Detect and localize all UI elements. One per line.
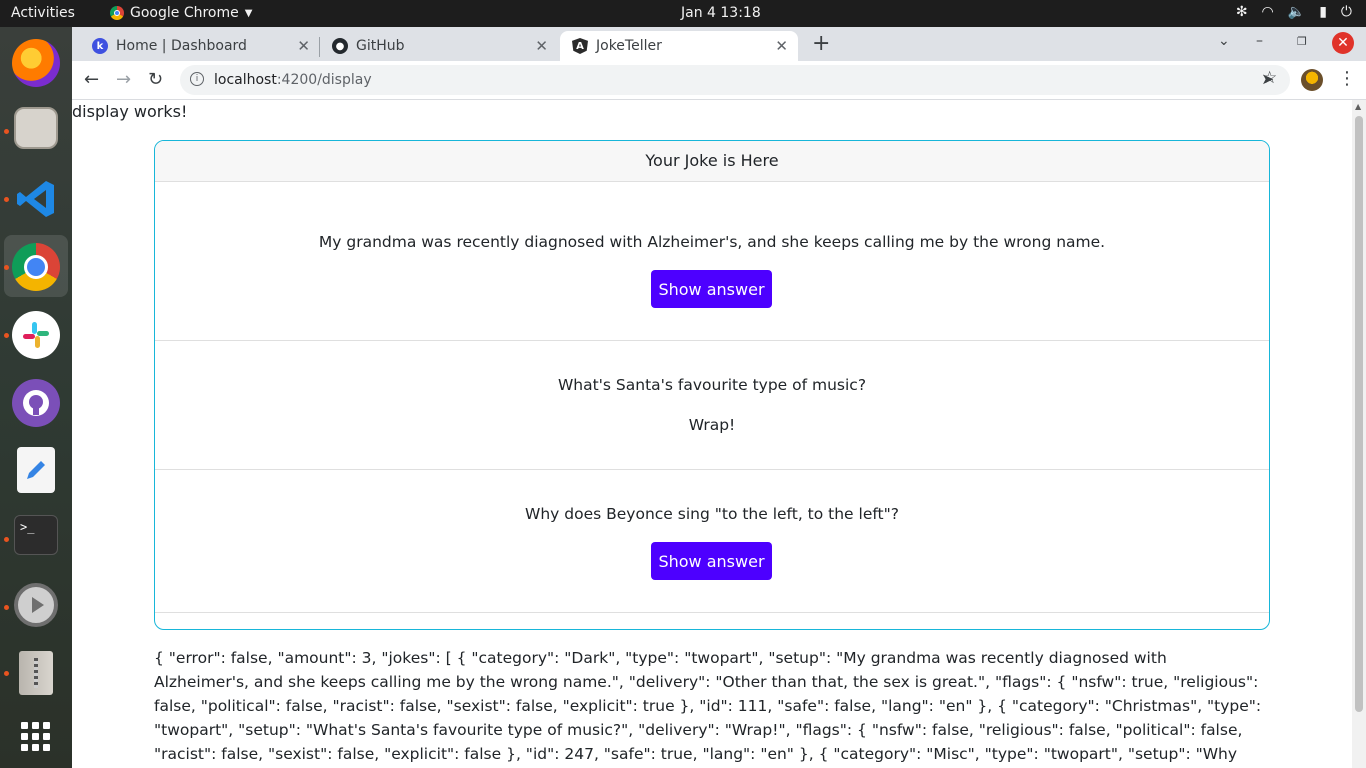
joke-setup: My grandma was recently diagnosed with A… (318, 233, 1106, 251)
tab-strip: k Home | Dashboard ✕ ● GitHub ✕ A JokeTe… (72, 27, 1366, 61)
page-viewport: display works! Your Joke is Here My gran… (72, 100, 1352, 768)
joke-card: Your Joke is Here My grandma was recentl… (154, 140, 1270, 630)
joke-delivery: Wrap! (688, 416, 736, 434)
text-editor-icon[interactable] (17, 447, 55, 493)
close-window-button[interactable]: ✕ (1332, 32, 1354, 54)
angular-icon: A (572, 38, 588, 54)
running-indicator (4, 671, 9, 676)
scroll-up-arrow-icon[interactable]: ▲ (1355, 102, 1361, 111)
chevron-down-icon: ▼ (244, 7, 253, 19)
show-answer-button[interactable]: Show answer (651, 542, 772, 580)
running-indicator (4, 265, 9, 270)
close-icon[interactable]: ✕ (775, 37, 788, 55)
tab-label: Home | Dashboard (116, 38, 247, 54)
url-text[interactable]: localhost:4200/display (214, 72, 372, 88)
running-indicator (4, 197, 9, 202)
files-icon[interactable] (14, 107, 58, 149)
minimize-button[interactable]: – (1256, 33, 1263, 49)
tab-label: JokeTeller (596, 38, 662, 54)
page-scrollbar[interactable]: ▲ (1352, 100, 1366, 768)
card-header: Your Joke is Here (155, 141, 1269, 182)
joke-item: Why does Beyonce sing "to the left, to t… (155, 470, 1269, 613)
github-desktop-icon[interactable] (12, 379, 60, 427)
more-menu-icon[interactable]: ⋮ (1338, 68, 1356, 89)
display-works-text: display works! (72, 102, 188, 121)
tab-label: GitHub (356, 38, 405, 54)
wifi-icon: ◠ (1261, 4, 1274, 20)
tab-github[interactable]: ● GitHub ✕ (320, 31, 558, 61)
joke-item: What's Santa's favourite type of music? … (155, 341, 1269, 470)
raw-json-output: { "error": false, "amount": 3, "jokes": … (154, 649, 1262, 763)
scrollbar-thumb[interactable] (1355, 116, 1363, 712)
close-icon[interactable]: ✕ (297, 37, 310, 55)
joke-setup: What's Santa's favourite type of music? (557, 376, 867, 394)
firefox-icon[interactable] (12, 39, 60, 87)
new-tab-button[interactable]: + (812, 31, 830, 56)
forward-arrow-icon[interactable]: → (116, 69, 131, 90)
system-tray[interactable]: ✻ ◠ 🔈 ▮ ⏻ (1236, 4, 1352, 20)
clock[interactable]: Jan 4 13:18 (681, 5, 761, 21)
running-indicator (4, 333, 9, 338)
dock: >_ (0, 27, 72, 768)
archive-icon[interactable] (19, 651, 53, 695)
vscode-icon[interactable] (12, 175, 60, 223)
power-menu-icon: ⏻ (1340, 4, 1352, 20)
tab-joketeller[interactable]: A JokeTeller ✕ (560, 31, 798, 61)
url-path: :4200/display (276, 72, 372, 88)
bookmark-star-icon[interactable]: ☆ (1262, 68, 1277, 88)
chrome-icon (110, 6, 124, 20)
profile-avatar[interactable] (1301, 69, 1323, 91)
joke-setup: Why does Beyonce sing "to the left, to t… (525, 505, 899, 523)
gnome-top-bar: Activities Google Chrome ▼ Jan 4 13:18 ✻… (0, 0, 1366, 27)
show-answer-button[interactable]: Show answer (651, 270, 772, 308)
maximize-button[interactable]: ❐ (1297, 35, 1307, 48)
volume-icon: 🔈 (1287, 4, 1306, 20)
slack-icon[interactable] (12, 311, 60, 359)
battery-icon: ▮ (1319, 4, 1327, 20)
running-indicator (4, 537, 9, 542)
github-icon: ● (332, 38, 348, 54)
tab-search-chevron-down-icon[interactable]: ⌄ (1218, 33, 1230, 49)
app-menu-label: Google Chrome (130, 5, 239, 21)
running-indicator (4, 129, 9, 134)
joke-item: My grandma was recently diagnosed with A… (155, 182, 1269, 341)
reload-icon[interactable]: ↻ (148, 69, 163, 90)
k-icon: k (92, 38, 108, 54)
app-grid-icon[interactable] (12, 713, 60, 761)
close-icon[interactable]: ✕ (535, 37, 548, 55)
browser-toolbar: ← → ↻ i localhost:4200/display ➤ ☆ ⋮ (72, 61, 1366, 100)
settings-icon[interactable] (14, 583, 58, 627)
site-info-icon[interactable]: i (190, 72, 204, 86)
terminal-icon[interactable]: >_ (14, 515, 58, 555)
tab-home-dashboard[interactable]: k Home | Dashboard ✕ (80, 31, 320, 61)
url-host: localhost (214, 72, 277, 88)
chrome-icon[interactable] (12, 243, 60, 291)
app-menu[interactable]: Google Chrome ▼ (110, 5, 252, 21)
activities-button[interactable]: Activities (11, 5, 75, 21)
address-bar[interactable]: i localhost:4200/display ➤ (180, 65, 1290, 95)
app-indicator-icon[interactable]: ✻ (1236, 4, 1248, 20)
back-arrow-icon[interactable]: ← (84, 69, 99, 90)
running-indicator (4, 605, 9, 610)
